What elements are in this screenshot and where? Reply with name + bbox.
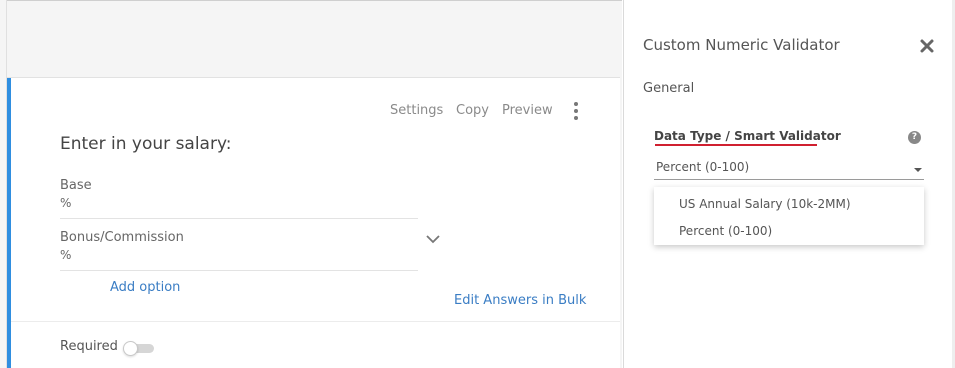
caret-down-icon bbox=[914, 168, 922, 172]
edit-answers-bulk-link[interactable]: Edit Answers in Bulk bbox=[454, 293, 586, 308]
active-card-accent bbox=[7, 78, 11, 368]
question-title[interactable]: Enter in your salary: bbox=[60, 134, 232, 154]
validator-panel: Custom Numeric Validator General Data Ty… bbox=[623, 0, 955, 368]
card-divider bbox=[11, 321, 620, 322]
data-type-dropdown: US Annual Salary (10k-2MM) Percent (0-10… bbox=[654, 187, 924, 245]
dropdown-option[interactable]: Percent (0-100) bbox=[654, 219, 924, 243]
top-divider bbox=[0, 0, 622, 1]
error-underline bbox=[655, 144, 817, 146]
data-type-select[interactable]: Percent (0-100) bbox=[654, 156, 924, 180]
required-toggle[interactable] bbox=[123, 341, 156, 356]
answer-option[interactable]: Bonus/Commission % bbox=[60, 230, 418, 271]
close-icon[interactable] bbox=[918, 37, 936, 55]
option-value: % bbox=[60, 248, 72, 262]
survey-editor: Settings Copy Preview Enter in your sala… bbox=[0, 0, 622, 368]
toggle-knob bbox=[123, 341, 138, 356]
selected-value: Percent (0-100) bbox=[656, 160, 750, 174]
chevron-down-icon[interactable] bbox=[425, 234, 441, 244]
answer-option[interactable]: Base % bbox=[60, 178, 418, 219]
required-label: Required bbox=[60, 339, 118, 354]
help-icon[interactable]: ? bbox=[908, 131, 921, 144]
data-type-label: Data Type / Smart Validator bbox=[654, 129, 841, 143]
option-value: % bbox=[60, 196, 72, 210]
question-card[interactable]: Settings Copy Preview Enter in your sala… bbox=[7, 77, 620, 368]
preview-button[interactable]: Preview bbox=[502, 103, 553, 118]
dropdown-option[interactable]: US Annual Salary (10k-2MM) bbox=[654, 192, 924, 216]
panel-title: Custom Numeric Validator bbox=[643, 36, 840, 54]
option-label: Bonus/Commission bbox=[60, 230, 184, 245]
option-label: Base bbox=[60, 178, 92, 193]
copy-button[interactable]: Copy bbox=[456, 103, 489, 118]
settings-button[interactable]: Settings bbox=[390, 103, 443, 118]
more-options-icon[interactable] bbox=[572, 102, 580, 120]
add-option-link[interactable]: Add option bbox=[110, 280, 180, 295]
section-general: General bbox=[643, 81, 695, 96]
left-gutter bbox=[0, 0, 7, 368]
